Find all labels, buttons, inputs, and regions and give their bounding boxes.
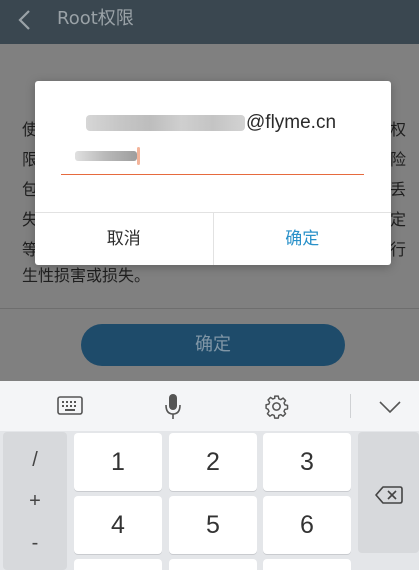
collapse-keyboard-icon[interactable] [378,399,402,415]
login-dialog: @flyme.cn 取消 确定 [35,81,391,265]
password-input-masked[interactable] [75,151,137,161]
password-field-underline [61,174,364,175]
symbol-key-plus[interactable]: + [3,490,67,513]
key-5[interactable]: 5 [169,496,257,554]
email-username-redacted [86,115,245,131]
microphone-icon[interactable] [163,393,183,421]
cancel-button[interactable]: 取消 [35,213,214,265]
key-7[interactable] [74,559,162,570]
ok-button[interactable]: 确定 [214,213,392,265]
back-arrow-icon[interactable] [14,6,36,34]
dialog-actions: 取消 确定 [35,212,391,265]
settings-gear-icon[interactable] [264,394,289,419]
backspace-key[interactable] [358,432,419,553]
symbol-key-slash[interactable]: / [3,449,67,472]
text-cursor [137,147,140,165]
key-4[interactable]: 4 [74,496,162,554]
toolbar-divider [350,394,351,418]
paragraph-char: 丢 [390,180,407,199]
keyboard-icon[interactable] [57,395,83,417]
key-8[interactable] [169,559,257,570]
email-domain: @flyme.cn [246,112,337,133]
key-9[interactable] [263,559,351,570]
paragraph-char: 权 [390,120,407,139]
paragraph-char: 定 [390,210,407,229]
symbol-key-minus[interactable]: - [3,532,67,555]
keyboard-toolbar [0,381,419,431]
key-1[interactable]: 1 [74,433,162,491]
key-2[interactable]: 2 [169,433,257,491]
soft-keyboard: / + - 1 2 3 4 5 6 [0,381,419,570]
paragraph-char: 险 [390,150,407,169]
paragraph-char: 行 [390,240,407,259]
backspace-icon [375,486,403,504]
app-bar: Root权限 [0,0,419,44]
confirm-button[interactable]: 确定 [81,324,345,366]
symbol-column[interactable]: / + - [3,432,67,570]
divider [0,308,419,309]
key-3[interactable]: 3 [263,433,351,491]
page-title: Root权限 [57,8,134,29]
key-6[interactable]: 6 [263,496,351,554]
paragraph-line: 生性损害或损失。 [22,266,151,285]
